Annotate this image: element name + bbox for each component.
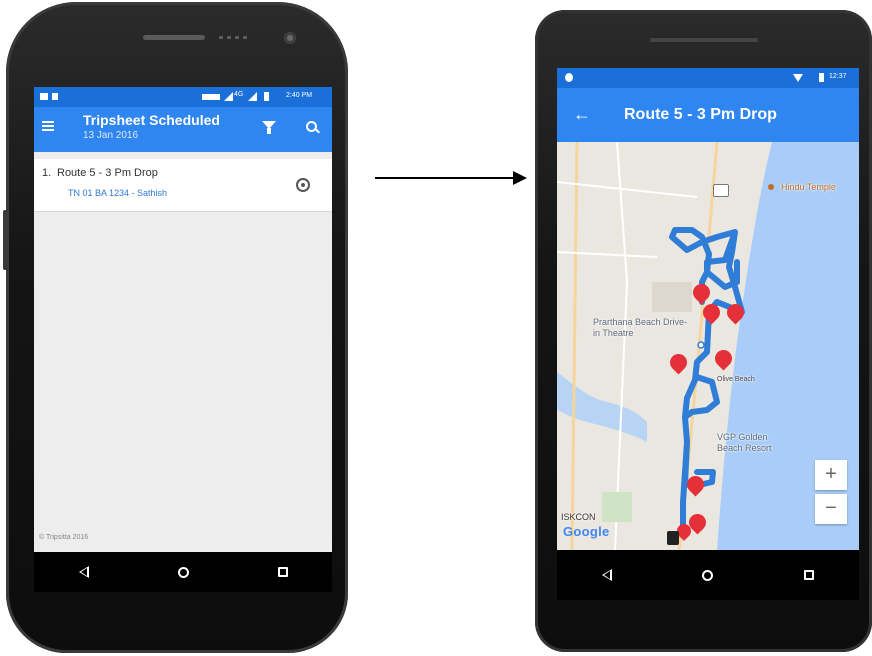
wifi-icon — [793, 74, 803, 82]
item-title: Route 5 - 3 Pm Drop — [57, 167, 158, 179]
network-type: 4G — [234, 91, 244, 98]
map-label-olive-beach: Olive Beach — [717, 376, 755, 383]
app-bar: Tripsheet Scheduled 13 Jan 2016 — [34, 107, 332, 152]
hamburger-menu-icon[interactable] — [42, 121, 54, 131]
status-time: 2:40 PM — [286, 92, 313, 99]
signal-icon — [248, 92, 257, 101]
page-title: Tripsheet Scheduled — [83, 112, 220, 128]
recents-nav-icon[interactable] — [803, 570, 814, 580]
zoom-out-button[interactable]: − — [815, 494, 847, 524]
battery-icon — [819, 73, 824, 82]
road-shield-icon — [713, 184, 729, 197]
front-camera — [284, 32, 296, 44]
recents-nav-icon[interactable] — [277, 567, 288, 577]
volume-button — [3, 210, 8, 270]
list-item[interactable]: 1. Route 5 - 3 Pm Drop TN 01 BA 1234 - S… — [34, 159, 332, 212]
battery-icon — [264, 92, 269, 101]
transition-arrow-line — [375, 177, 515, 179]
page-title: Route 5 - 3 Pm Drop — [624, 106, 777, 123]
keyboard-icon — [202, 94, 220, 100]
route-map[interactable]: Hindu Temple Prarthana Beach Drive-in Th… — [557, 141, 859, 550]
back-nav-icon[interactable] — [78, 566, 89, 578]
map-label-vgp-resort: VGP Golden Beach Resort — [717, 432, 772, 453]
route-map-screen: 12:37 ← Route 5 - 3 Pm Drop Hindu Temple… — [557, 68, 859, 550]
speaker-grille — [650, 38, 758, 42]
search-icon-handle — [315, 128, 320, 134]
page-subtitle: 13 Jan 2016 — [83, 130, 139, 141]
map-label-hindu-temple: Hindu Temple — [781, 182, 836, 192]
arrow-back-icon[interactable]: ← — [573, 105, 591, 123]
google-logo: Google — [563, 524, 610, 539]
filter-icon-stem — [267, 128, 271, 134]
home-nav-icon[interactable] — [702, 569, 714, 581]
copyright-footer: © Tripsitta 2016 — [39, 534, 89, 541]
item-number: 1. — [42, 167, 52, 179]
map-label-theatre: Prarthana Beach Drive-in Theatre — [593, 317, 688, 338]
map-label-iskcon: ISKCON — [561, 512, 596, 522]
nav-bar — [34, 552, 332, 592]
speaker-grille — [143, 35, 205, 40]
place-pin-icon — [768, 184, 774, 190]
signal-icon — [224, 92, 233, 101]
vehicle-marker[interactable] — [667, 531, 679, 545]
home-nav-icon[interactable] — [177, 566, 189, 578]
nav-bar — [557, 550, 859, 600]
tripsheet-screen: 4G 2:40 PM Tripsheet Scheduled 13 Jan 20… — [34, 87, 332, 552]
app-bar: ← Route 5 - 3 Pm Drop — [557, 88, 859, 142]
status-bar: 12:37 — [557, 68, 859, 88]
notification-icon — [52, 93, 58, 100]
transition-arrow-head — [513, 171, 527, 185]
locate-icon[interactable] — [296, 178, 310, 192]
notification-icon — [40, 93, 48, 100]
status-bar: 4G 2:40 PM — [34, 87, 332, 107]
back-nav-icon[interactable] — [602, 569, 613, 581]
sensor-dots — [219, 36, 247, 39]
notification-icon — [565, 73, 573, 82]
item-subtitle: TN 01 BA 1234 - Sathish — [68, 188, 168, 198]
route-overlay — [669, 227, 745, 535]
zoom-in-button[interactable]: + — [815, 460, 847, 490]
status-time: 12:37 — [829, 73, 847, 80]
